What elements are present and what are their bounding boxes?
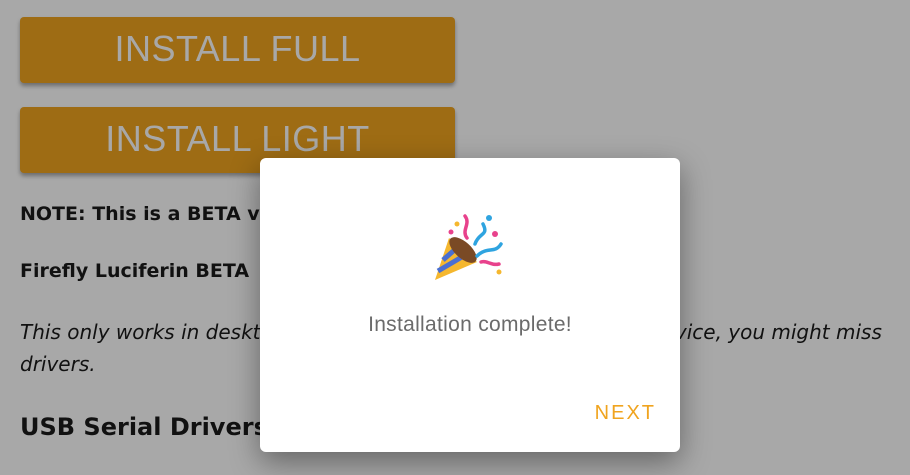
installation-complete-dialog: Installation complete! NEXT [260, 158, 680, 452]
dialog-message: Installation complete! [368, 313, 572, 336]
next-button[interactable]: NEXT [595, 402, 656, 425]
party-popper-icon [435, 214, 503, 280]
